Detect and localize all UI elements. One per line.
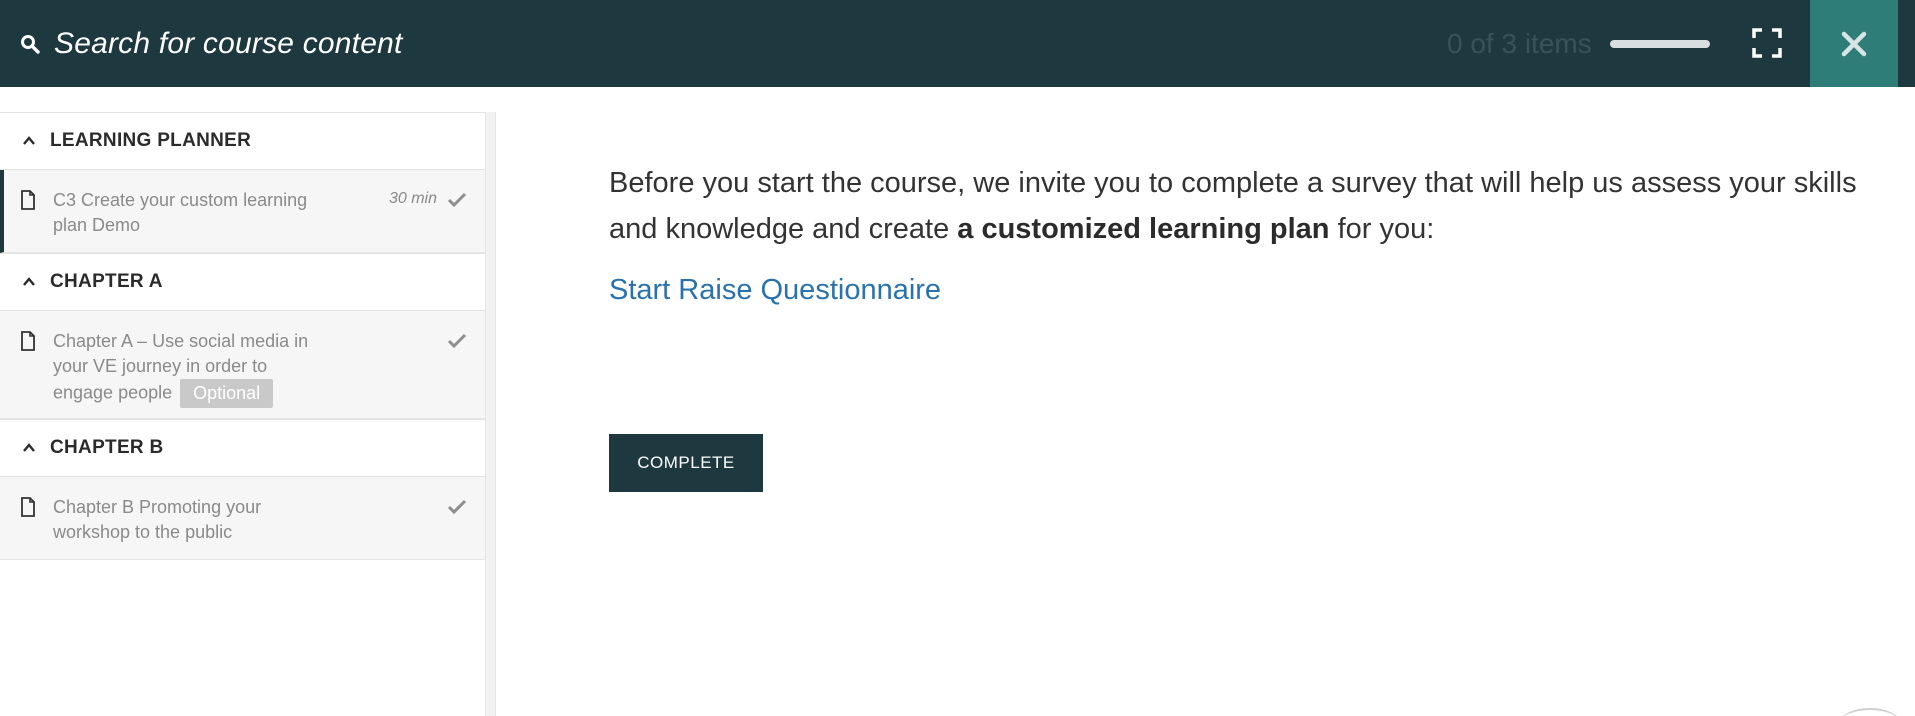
chevron-up-icon [23,136,35,145]
document-icon [21,190,35,210]
unit-item-chapter-a[interactable]: Chapter A – Use social media in your VE … [0,311,485,419]
progress-indicator: 0 of 3 items [1447,0,1710,87]
section-header-chapter-a[interactable]: CHAPTER A [0,253,485,311]
start-questionnaire-link[interactable]: Start Raise Questionnaire [609,274,941,307]
top-bar: Search for course content 0 of 3 items [0,0,1915,87]
complete-button[interactable]: COMPLETE [609,434,763,492]
search-input[interactable]: Search for course content [54,27,403,61]
sidebar-scroll-rail[interactable] [485,112,496,716]
unit-item-chapter-b[interactable]: Chapter B Promoting your workshop to the… [0,477,485,560]
progress-text: 0 of 3 items [1447,27,1592,59]
checkmark-icon [447,333,467,349]
close-icon [1841,31,1867,56]
optional-badge: Optional [180,379,274,408]
checkmark-icon [447,499,467,515]
section-title: CHAPTER A [50,271,163,292]
search-area[interactable]: Search for course content [20,0,403,87]
section-header-learning-planner[interactable]: LEARNING PLANNER [0,112,485,170]
document-icon [21,497,35,517]
intro-paragraph: Before you start the course, we invite y… [609,160,1889,252]
unit-duration: 30 min [388,190,437,207]
search-icon [21,34,40,54]
section-header-chapter-b[interactable]: CHAPTER B [0,419,485,477]
intro-text-bold: a customized learning plan [957,213,1330,245]
unit-title: Chapter B Promoting your workshop to the… [53,497,262,542]
unit-item-c3-learning-plan[interactable]: C3 Create your custom learning plan Demo… [0,170,485,253]
section-title: CHAPTER B [50,437,164,458]
scroll-to-top-edge[interactable] [1840,708,1900,716]
unit-title: Chapter A – Use social media in your VE … [53,329,323,408]
document-icon [21,331,35,351]
main-content: Before you start the course, we invite y… [609,160,1889,307]
intro-text-after: for you: [1329,213,1435,245]
close-button[interactable] [1810,0,1898,87]
unit-title: C3 Create your custom learning plan Demo [53,190,308,235]
section-title: LEARNING PLANNER [50,130,252,151]
checkmark-icon [447,192,467,208]
progress-bar [1609,39,1710,48]
course-outline-sidebar: LEARNING PLANNER C3 Create your custom l… [0,112,485,716]
expand-icon[interactable] [1752,28,1782,58]
chevron-up-icon [23,443,35,452]
chevron-up-icon [23,277,35,286]
